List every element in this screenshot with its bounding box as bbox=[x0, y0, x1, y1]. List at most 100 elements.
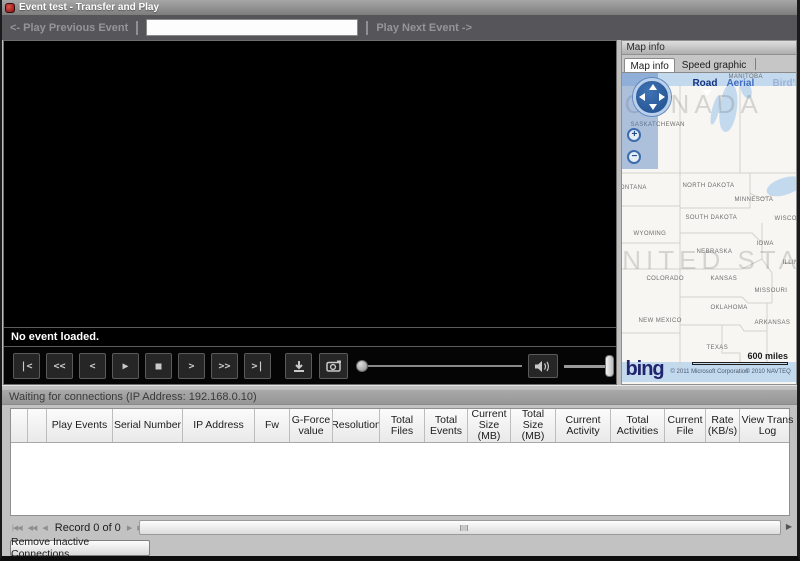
map-scale-label: 600 miles bbox=[747, 351, 788, 361]
column-header-total-size-mb[interactable]: Total Size (MB) bbox=[511, 409, 556, 442]
bing-map[interactable]: CANADA UNITED STATES RoadAerialBird's ey… bbox=[622, 72, 796, 384]
scrollbar-grip[interactable] bbox=[460, 525, 468, 531]
window-title: Event test - Transfer and Play bbox=[19, 2, 160, 13]
map-panel-header: Map info bbox=[622, 41, 796, 55]
tab-map-info[interactable]: Map info bbox=[624, 58, 675, 73]
column-header-view-trans-log[interactable]: View Trans Log bbox=[740, 409, 796, 442]
connections-table-header: Play Events Serial Number IP Address Fw G-Fo… bbox=[11, 409, 796, 443]
map-label-missouri: MISSOURI bbox=[754, 288, 788, 294]
pan-down-icon[interactable] bbox=[649, 104, 658, 110]
play-previous-event-button[interactable]: <- Play Previous Event bbox=[10, 22, 128, 34]
map-label-texas: TEXAS bbox=[706, 345, 729, 351]
stop-button[interactable]: ■ bbox=[145, 353, 172, 379]
event-name-input[interactable] bbox=[146, 19, 359, 36]
remove-inactive-connections-button[interactable]: Remove Inactive Connections bbox=[10, 536, 150, 560]
hscroll-right-icon[interactable]: ▶ bbox=[786, 522, 792, 531]
column-header-resolution[interactable]: Resolution bbox=[333, 409, 380, 442]
map-label-colorado: COLORADO bbox=[646, 276, 684, 282]
record-first-button[interactable]: |◀◀ bbox=[12, 524, 23, 532]
map-label-wyoming: WYOMING bbox=[633, 231, 667, 237]
title-bar[interactable]: Event test - Transfer and Play bbox=[2, 0, 797, 15]
column-header-current-activity[interactable]: Current Activity bbox=[556, 409, 611, 442]
download-event-button[interactable] bbox=[285, 353, 312, 379]
bing-logo[interactable]: bing bbox=[625, 358, 664, 381]
map-label-illinois: ILLINOIS bbox=[782, 260, 796, 266]
column-header-current-file[interactable]: Current File bbox=[665, 409, 706, 442]
map-tabs: Map info Speed graphic bbox=[622, 55, 796, 73]
map-label-iowa: IOWA bbox=[756, 241, 774, 247]
play-button[interactable]: ▶ bbox=[112, 353, 139, 379]
record-next-button[interactable]: ▶ bbox=[127, 524, 132, 532]
map-label-north-dakota: NORTH DAKOTA bbox=[682, 183, 735, 189]
map-label-manitoba: MANITOBA bbox=[728, 74, 763, 80]
column-header-total-events[interactable]: Total Events bbox=[425, 409, 468, 442]
download-icon bbox=[293, 361, 304, 372]
skip-start-button[interactable]: |< bbox=[13, 353, 40, 379]
column-header-fw[interactable]: Fw bbox=[255, 409, 290, 442]
record-prev-button[interactable]: ◀ bbox=[42, 524, 47, 532]
map-label-wisconsin: WISCONSIN bbox=[774, 216, 796, 222]
fast-forward-button[interactable]: >> bbox=[211, 353, 238, 379]
record-count-label: Record 0 of 0 bbox=[54, 521, 121, 534]
volume-thumb[interactable] bbox=[605, 355, 614, 377]
rewind-button[interactable]: << bbox=[46, 353, 73, 379]
map-label-south-dakota: SOUTH DAKOTA bbox=[685, 215, 738, 221]
video-status-text: No event loaded. bbox=[4, 327, 617, 346]
column-header[interactable] bbox=[11, 409, 28, 442]
step-back-button[interactable]: < bbox=[79, 353, 106, 379]
record-navigator: |◀◀ ◀◀ ◀ Record 0 of 0 ▶ ▶▶ ▶▶| ◀ ▶ bbox=[2, 519, 797, 536]
map-style-road[interactable]: Road bbox=[692, 78, 717, 96]
map-scale-bar-ticks bbox=[692, 362, 788, 365]
playback-controls: |< << < ▶ ■ > >> >| bbox=[4, 346, 617, 384]
record-prev-page-button[interactable]: ◀◀ bbox=[28, 524, 38, 532]
map-style-bird-s-eye[interactable]: Bird's eye bbox=[772, 78, 796, 89]
video-panel: No event loaded. |< << < ▶ ■ > >> >| bbox=[3, 40, 618, 385]
play-next-event-button[interactable]: Play Next Event -> bbox=[376, 22, 472, 34]
app-icon bbox=[5, 2, 15, 13]
mute-button[interactable] bbox=[528, 354, 558, 378]
column-header-total-activities[interactable]: Total Activities bbox=[611, 409, 665, 442]
map-label-kansas: KANSAS bbox=[710, 276, 738, 282]
connections-table: Play Events Serial Number IP Address Fw G-Fo… bbox=[10, 408, 796, 516]
skip-end-button[interactable]: >| bbox=[244, 353, 271, 379]
seek-thumb[interactable] bbox=[356, 360, 368, 372]
column-header[interactable] bbox=[28, 409, 47, 442]
tab-speed-graphic[interactable]: Speed graphic bbox=[676, 57, 753, 72]
map-label-new-mexico: NEW MEXICO bbox=[638, 318, 682, 324]
video-screen bbox=[4, 41, 617, 327]
column-header-serial-number[interactable]: Serial Number bbox=[113, 409, 183, 442]
map-label-montana: MONTANA bbox=[622, 185, 647, 191]
step-forward-button[interactable]: > bbox=[178, 353, 205, 379]
pan-up-icon[interactable] bbox=[649, 84, 658, 90]
map-info-panel: Map info Map info Speed graphic CANADA N… bbox=[621, 40, 797, 385]
event-toolbar: <- Play Previous Event Play Next Event -… bbox=[2, 15, 797, 40]
snapshot-button[interactable] bbox=[319, 353, 348, 379]
selected-style-pointer-icon bbox=[702, 90, 713, 96]
pan-right-icon[interactable] bbox=[659, 93, 666, 101]
column-header-current-size-mb[interactable]: Current Size (MB) bbox=[468, 409, 511, 442]
map-label-oklahoma: OKLAHOMA bbox=[710, 305, 748, 311]
connections-panel: Waiting for connections (IP Address: 192… bbox=[2, 385, 797, 560]
seek-track[interactable] bbox=[368, 365, 522, 367]
connections-status-bar: Waiting for connections (IP Address: 192… bbox=[2, 389, 797, 405]
map-label-arkansas: ARKANSAS bbox=[754, 320, 791, 326]
toolbar-separator bbox=[366, 20, 369, 35]
seek-slider[interactable] bbox=[356, 360, 522, 372]
camera-icon bbox=[325, 360, 341, 372]
map-label-nebraska: NEBRASKA bbox=[696, 249, 733, 255]
column-header-play-events[interactable]: Play Events bbox=[47, 409, 113, 442]
toolbar-separator bbox=[136, 20, 139, 35]
column-header-ip-address[interactable]: IP Address bbox=[183, 409, 255, 442]
map-copyright-navteq: © 2010 NAVTEQ bbox=[745, 369, 791, 375]
horizontal-scrollbar[interactable] bbox=[139, 520, 781, 535]
volume-slider[interactable] bbox=[564, 355, 614, 377]
column-header-g-force-value[interactable]: G-Force value bbox=[290, 409, 333, 442]
tab-separator bbox=[755, 58, 757, 70]
column-header-total-files[interactable]: Total Files bbox=[380, 409, 425, 442]
connections-table-body[interactable] bbox=[11, 443, 789, 515]
map-label-minnesota: MINNESOTA bbox=[734, 197, 774, 203]
speaker-icon bbox=[535, 360, 549, 372]
pan-left-icon[interactable] bbox=[639, 93, 646, 101]
column-header-rate-kb-s[interactable]: Rate (KB/s) bbox=[706, 409, 740, 442]
map-copyright-microsoft: © 2011 Microsoft Corporation bbox=[670, 369, 749, 375]
